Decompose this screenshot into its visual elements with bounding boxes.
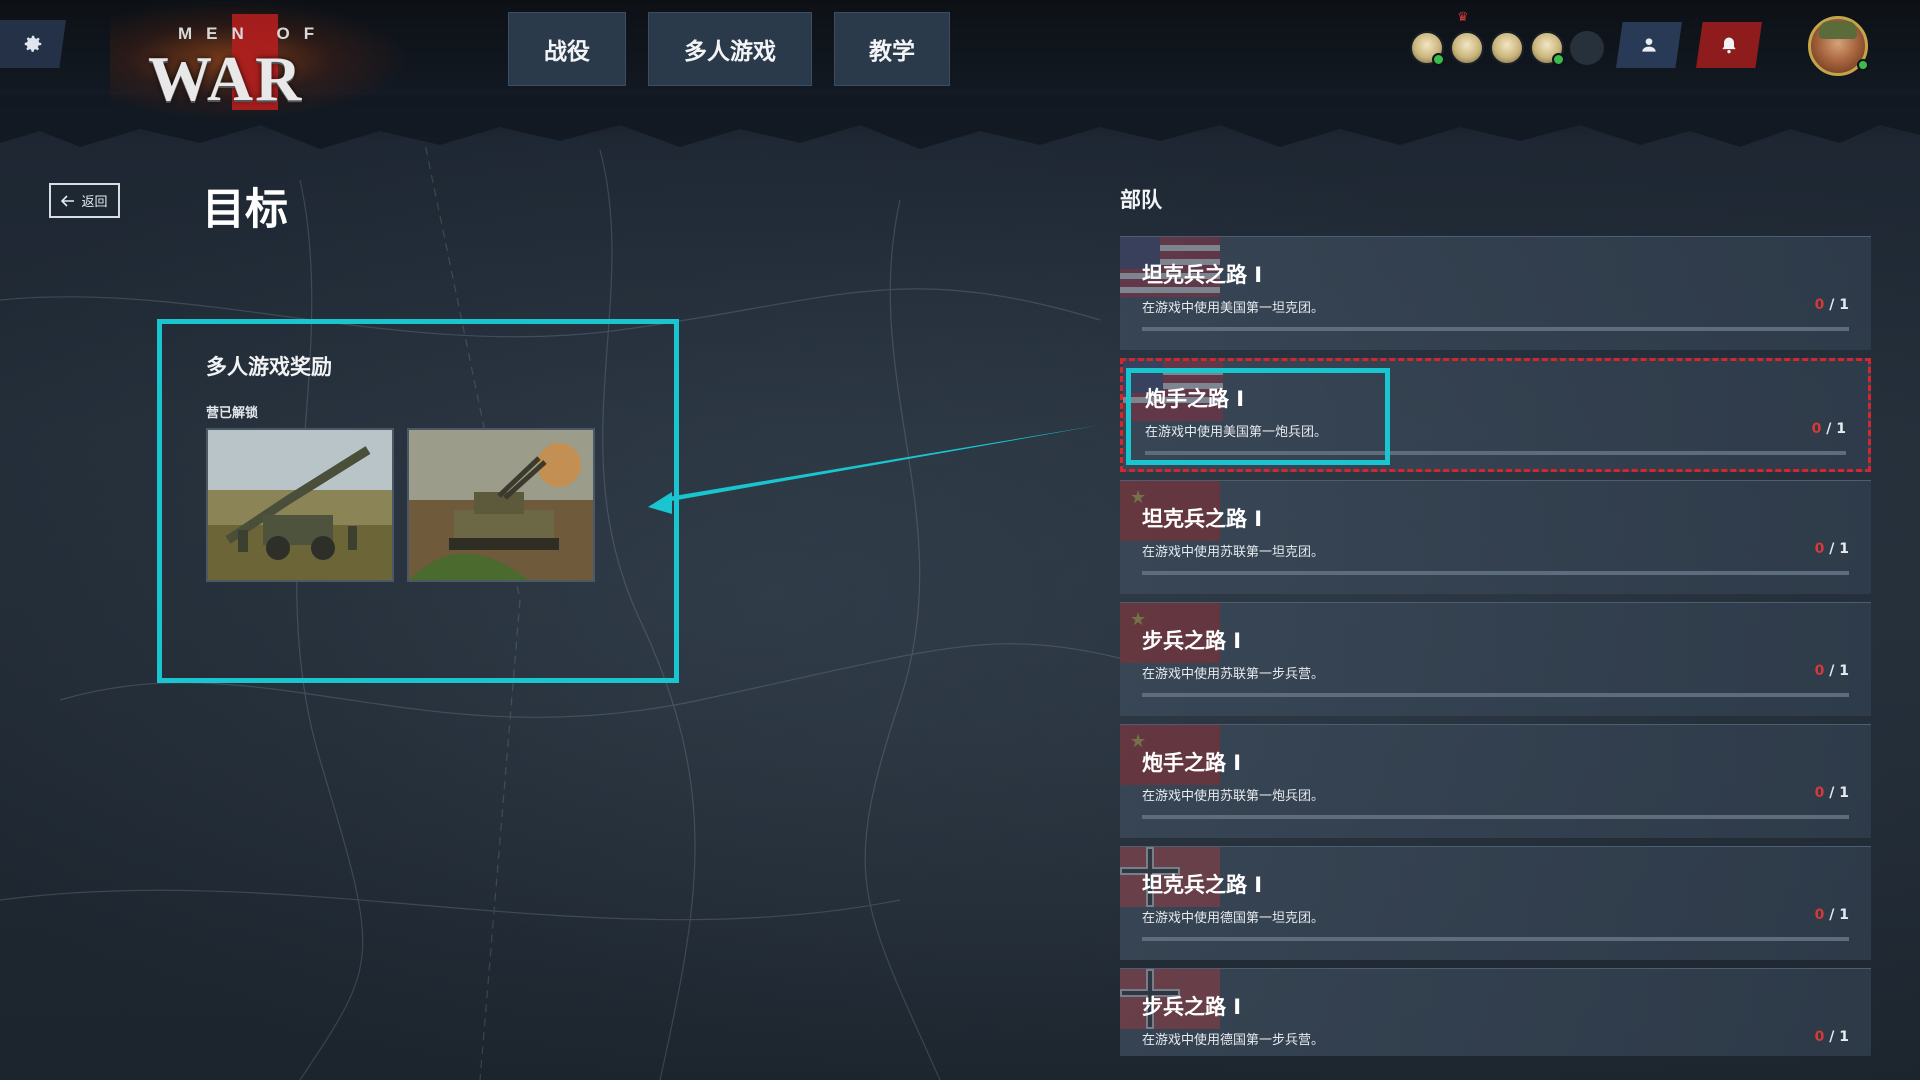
bell-icon	[1722, 37, 1736, 54]
squad-bar	[1410, 28, 1604, 68]
back-label: 返回	[81, 195, 108, 210]
objective-card[interactable]: ★ 步兵之路 I 在游戏中使用苏联第一步兵营。 0 / 1	[1120, 602, 1871, 716]
progress-current: 0	[1814, 785, 1825, 801]
spaa-artwork	[409, 430, 593, 580]
squad-member-avatar[interactable]	[1530, 31, 1565, 66]
squad-member-avatar[interactable]	[1450, 31, 1484, 65]
objective-description: 在游戏中使用德国第一步兵营。	[1142, 1033, 1325, 1048]
back-button[interactable]: 返回	[49, 183, 120, 218]
objective-title: 坦克兵之路 I	[1142, 873, 1263, 897]
tab-multiplayer[interactable]: 多人游戏	[648, 12, 812, 86]
objective-description: 在游戏中使用苏联第一步兵营。	[1142, 667, 1325, 682]
objective-progress: 0 / 1	[1814, 907, 1849, 923]
progress-total: 1	[1839, 297, 1849, 313]
multiplayer-reward-panel: 多人游戏奖励 营已解锁	[157, 319, 679, 683]
objective-card[interactable]: ★ 坦克兵之路 I 在游戏中使用苏联第一坦克团。 0 / 1	[1120, 480, 1871, 594]
objective-description: 在游戏中使用苏联第一坦克团。	[1142, 545, 1325, 560]
notifications-button[interactable]	[1696, 22, 1762, 68]
objectives-list: 坦克兵之路 I 在游戏中使用美国第一坦克团。 0 / 1 炮手之路 I 在游戏中…	[1120, 236, 1871, 1056]
game-logo[interactable]: MEN OF WAR	[140, 8, 380, 114]
users-icon	[1642, 38, 1656, 52]
progress-current: 0	[1814, 907, 1825, 923]
gear-icon	[24, 35, 42, 52]
progress-total: 1	[1839, 1029, 1849, 1045]
ready-check-icon	[1432, 53, 1445, 66]
ready-check-icon	[1552, 53, 1565, 66]
objective-progress: 0 / 1	[1814, 1029, 1849, 1045]
reward-image-howitzer[interactable]	[206, 428, 394, 582]
progress-current: 0	[1811, 421, 1822, 437]
reward-unlocked-label: 营已解锁	[206, 406, 259, 421]
objective-title: 步兵之路 I	[1142, 995, 1242, 1019]
objective-progress-bar	[1142, 327, 1849, 331]
logo-main-text: WAR	[148, 43, 304, 114]
objective-description: 在游戏中使用德国第一坦克团。	[1142, 911, 1325, 926]
objective-progress: 0 / 1	[1814, 785, 1849, 801]
objective-card[interactable]: 步兵之路 I 在游戏中使用德国第一步兵营。 0 / 1	[1120, 968, 1871, 1056]
progress-current: 0	[1814, 297, 1825, 313]
objective-progress-bar	[1142, 815, 1849, 819]
tab-campaign[interactable]: 战役	[508, 12, 626, 86]
progress-current: 0	[1814, 663, 1825, 679]
reward-title: 多人游戏奖励	[206, 355, 332, 379]
objective-card[interactable]: ★ 炮手之路 I 在游戏中使用苏联第一炮兵团。 0 / 1	[1120, 724, 1871, 838]
tab-tutorial[interactable]: 教学	[834, 12, 950, 86]
friends-button[interactable]	[1616, 22, 1682, 68]
objective-progress-bar	[1142, 937, 1849, 941]
objective-title: 炮手之路 I	[1142, 751, 1242, 775]
objective-progress: 0 / 1	[1814, 663, 1849, 679]
squad-member-avatar[interactable]	[1410, 31, 1445, 66]
objective-card[interactable]: 坦克兵之路 I 在游戏中使用德国第一坦克团。 0 / 1	[1120, 846, 1871, 960]
online-status-icon	[1857, 59, 1869, 71]
objective-progress: 0 / 1	[1814, 297, 1849, 313]
objective-card[interactable]: 坦克兵之路 I 在游戏中使用美国第一坦克团。 0 / 1	[1120, 236, 1871, 350]
progress-current: 0	[1814, 541, 1825, 557]
progress-total: 1	[1839, 663, 1849, 679]
player-avatar[interactable]	[1808, 16, 1869, 76]
squad-empty-slot[interactable]	[1570, 31, 1604, 65]
objective-title: 坦克兵之路 I	[1142, 507, 1263, 531]
objective-highlight-frame	[1126, 368, 1390, 465]
reward-image-spaa-vehicle[interactable]	[407, 428, 595, 582]
objective-progress-bar	[1142, 693, 1849, 697]
arrow-left-icon	[61, 194, 75, 207]
progress-current: 0	[1814, 1029, 1825, 1045]
progress-total: 1	[1839, 541, 1849, 557]
squad-member-avatar[interactable]	[1490, 31, 1524, 65]
progress-total: 1	[1839, 785, 1849, 801]
objective-description: 在游戏中使用苏联第一炮兵团。	[1142, 789, 1325, 804]
logo-top-text: MEN OF	[178, 24, 329, 43]
progress-total: 1	[1836, 421, 1846, 437]
units-section-header: 部队	[1120, 188, 1162, 212]
objective-progress-bar	[1142, 571, 1849, 575]
progress-total: 1	[1839, 907, 1849, 923]
objective-progress: 0 / 1	[1811, 421, 1846, 437]
objective-title: 步兵之路 I	[1142, 629, 1242, 653]
crown-icon: ♛	[1457, 10, 1469, 25]
avatar-cap	[1819, 21, 1857, 39]
page-title: 目标	[202, 185, 288, 235]
objective-title: 坦克兵之路 I	[1142, 263, 1263, 287]
howitzer-artwork	[208, 430, 392, 580]
objective-description: 在游戏中使用美国第一坦克团。	[1142, 301, 1325, 316]
objective-progress: 0 / 1	[1814, 541, 1849, 557]
settings-button[interactable]	[0, 20, 66, 68]
